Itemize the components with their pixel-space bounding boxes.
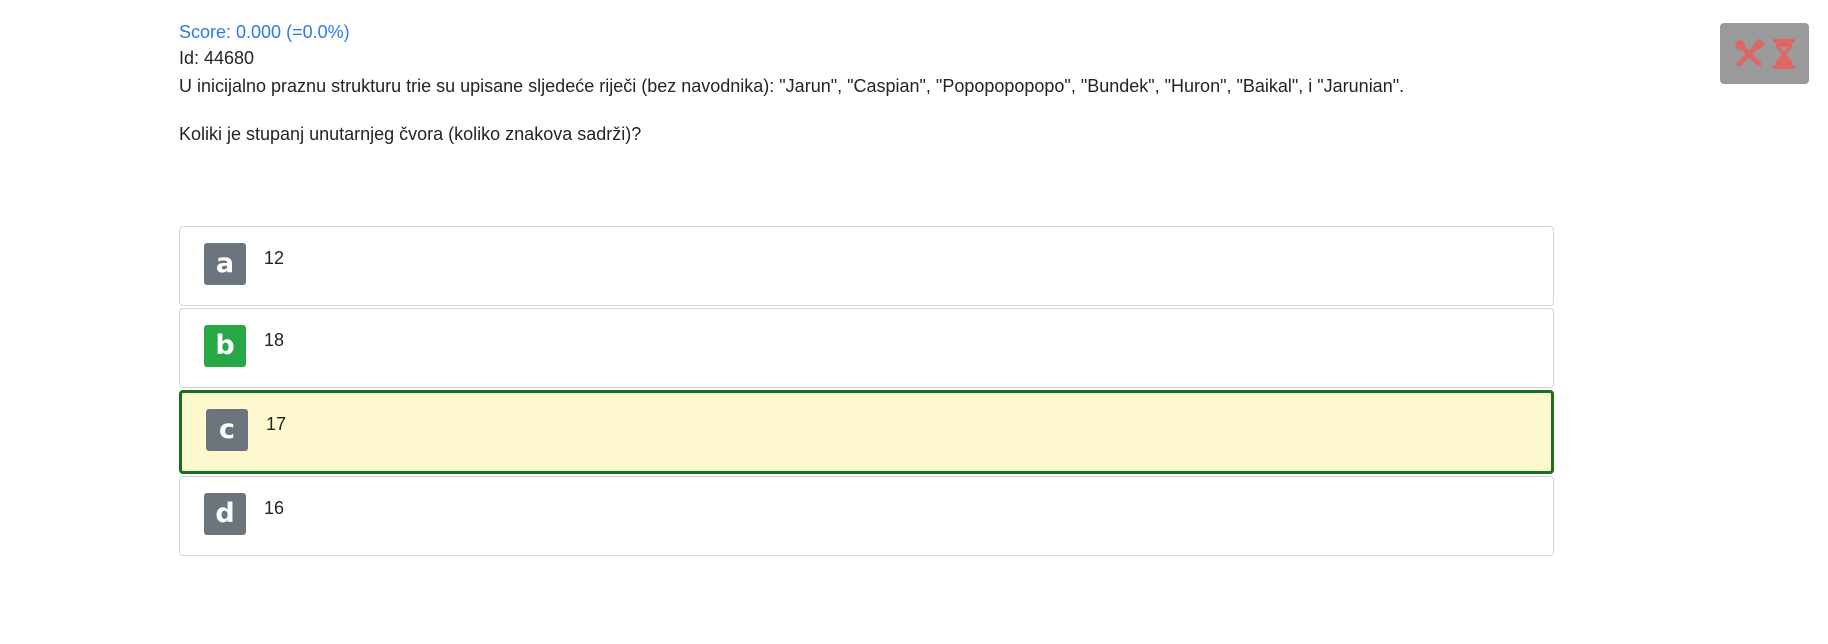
answer-letter-c: c — [206, 409, 248, 451]
hourglass-icon — [1771, 38, 1797, 70]
answer-option-a[interactable]: a 12 — [179, 226, 1554, 306]
answer-list: a 12 b 18 c 17 d 16 — [179, 226, 1554, 558]
tools-timer-button[interactable] — [1720, 23, 1809, 84]
answer-option-b[interactable]: b 18 — [179, 308, 1554, 388]
answer-text-d: 16 — [264, 498, 285, 518]
answer-text-b: 18 — [264, 330, 285, 350]
question-text: U inicijalno praznu strukturu trie su up… — [179, 76, 1405, 96]
answer-text-c: 17 — [266, 414, 287, 434]
answer-letter-b: b — [204, 325, 246, 367]
answer-letter-d: d — [204, 493, 246, 535]
question-panel: Score: 0.000 (=0.0%) Id: 44680 U inicija… — [179, 20, 1554, 148]
question-prompt: Koliki je stupanj unutarnjeg čvora (koli… — [179, 124, 642, 144]
answer-letter-a: a — [204, 243, 246, 285]
question-id: Id: 44680 — [179, 48, 255, 68]
tools-icon — [1733, 37, 1765, 70]
score-text: Score: 0.000 (=0.0%) — [179, 22, 350, 42]
answer-option-c[interactable]: c 17 — [179, 390, 1554, 474]
answer-text-a: 12 — [264, 248, 285, 268]
answer-option-d[interactable]: d 16 — [179, 476, 1554, 556]
